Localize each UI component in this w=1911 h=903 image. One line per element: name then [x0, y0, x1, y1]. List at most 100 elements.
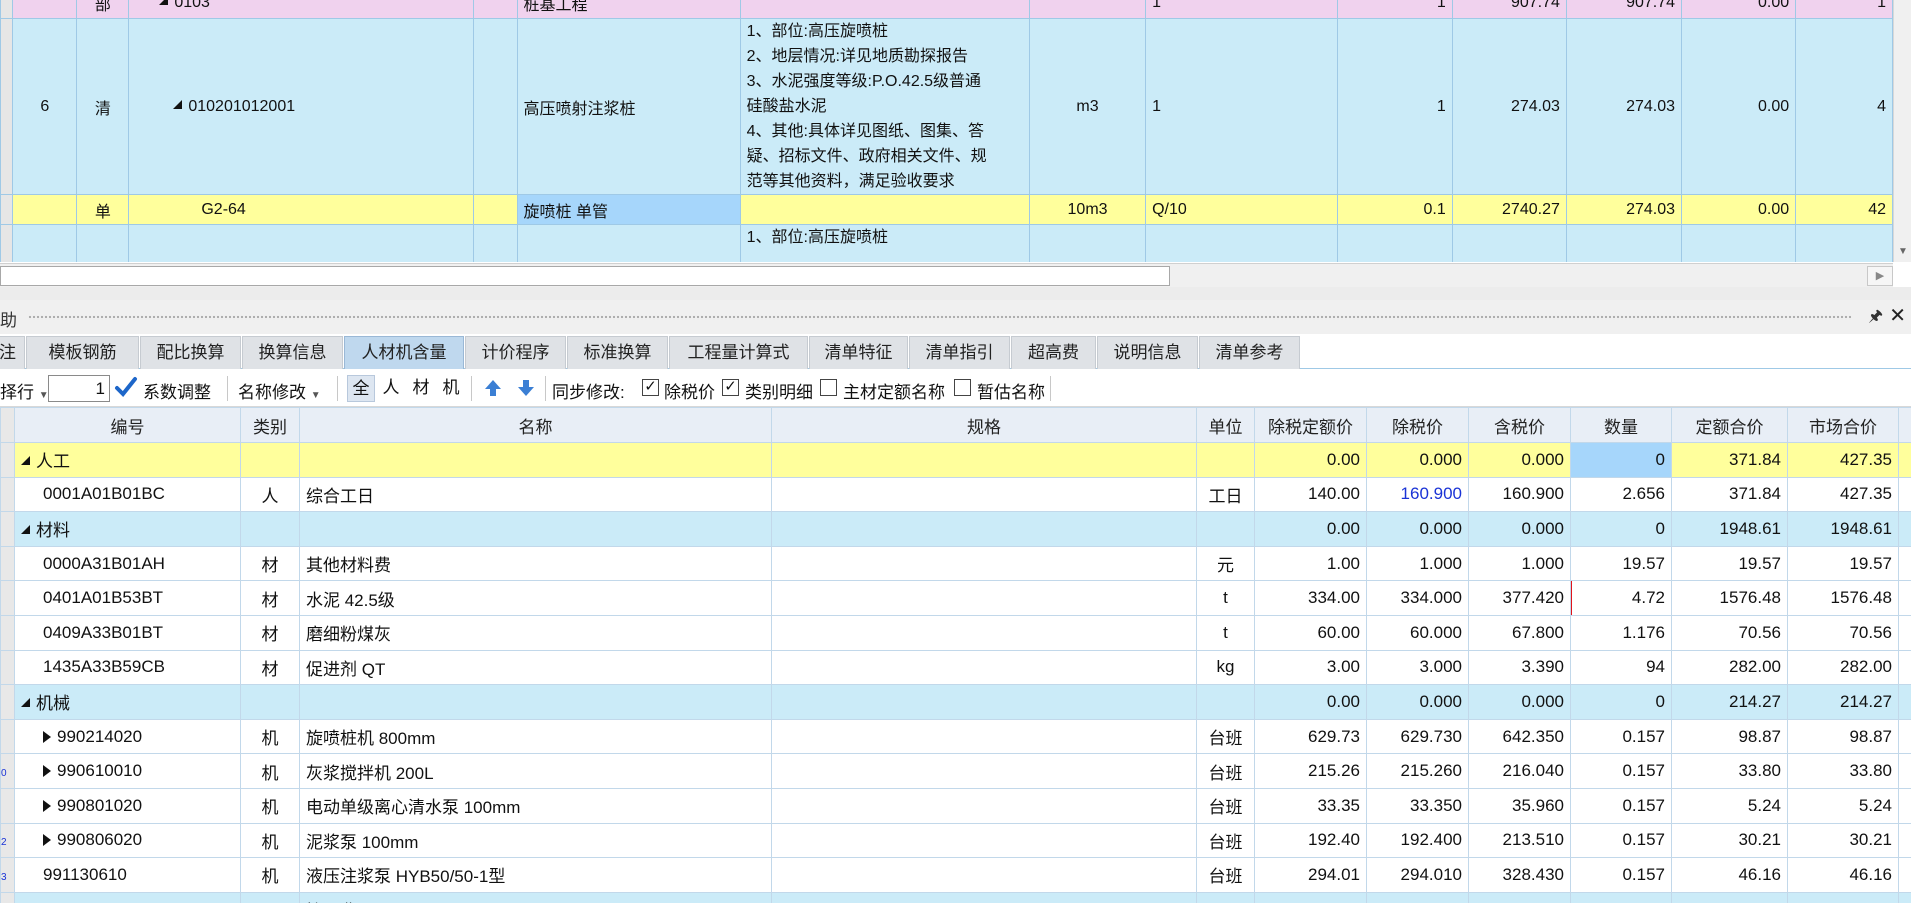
- code-cell[interactable]: 990806020: [14, 822, 241, 859]
- description-cell[interactable]: 1、部位:高压旋喷桩: [739, 224, 1030, 262]
- col-header-base-total[interactable]: 定额合价: [1671, 407, 1788, 443]
- unit-cell[interactable]: 元: [1196, 545, 1255, 582]
- quantity-cell[interactable]: 4.72: [1570, 580, 1672, 616]
- collapse-toggle-icon[interactable]: [159, 0, 169, 5]
- type-cell[interactable]: 材: [240, 614, 300, 651]
- expand-toggle-icon[interactable]: [43, 834, 51, 847]
- col-header-quantity[interactable]: 数量: [1570, 407, 1672, 443]
- market-total-cell[interactable]: 90.53: [1787, 891, 1899, 903]
- resource-row[interactable]: 3 991130610 机液压注浆泵 HYB50/50-1型 台班 294.01 294.…: [0, 857, 1911, 893]
- tax-price-cell[interactable]: 3.390: [1468, 649, 1571, 686]
- spec-cell[interactable]: [771, 822, 1197, 859]
- type-cell[interactable]: 机: [240, 718, 300, 755]
- quantity-cell[interactable]: 94: [1570, 649, 1672, 686]
- code-cell[interactable]: 人工: [14, 442, 241, 478]
- tab-bill-features[interactable]: 清单特征: [809, 336, 908, 369]
- price-cell[interactable]: 60.000: [1366, 614, 1469, 651]
- code-cell[interactable]: 990801020: [14, 787, 241, 824]
- unit-cell[interactable]: [1196, 442, 1255, 478]
- tab-notes[interactable]: 注: [0, 336, 25, 369]
- row-gutter[interactable]: [0, 891, 15, 903]
- tab-conversion-info[interactable]: 换算信息: [242, 336, 343, 369]
- base-price-cell[interactable]: 140.00: [1254, 476, 1367, 513]
- extra-cell[interactable]: 0.00: [1680, 194, 1797, 225]
- resource-row[interactable]: 2 990806020 机泥浆泵 100mm 台班 192.40 192.400 213.5…: [0, 822, 1911, 859]
- price-cell[interactable]: 629.730: [1366, 718, 1469, 755]
- col-header-base-price[interactable]: 除税定额价: [1254, 407, 1367, 443]
- panel-drag-grip[interactable]: [28, 315, 1851, 320]
- name-cell[interactable]: 灰浆搅拌机 200L: [299, 753, 772, 789]
- name-cell[interactable]: 管理费: [299, 891, 772, 903]
- code-cell[interactable]: [128, 224, 474, 262]
- market-total-cell[interactable]: 33.80: [1787, 753, 1899, 789]
- unit-cell[interactable]: [1028, 0, 1147, 19]
- spec-cell[interactable]: [771, 753, 1197, 789]
- unit-cell[interactable]: 台班: [1196, 787, 1255, 824]
- close-icon[interactable]: ✕: [1889, 303, 1906, 328]
- base-total-cell[interactable]: 30.21: [1671, 822, 1788, 859]
- select-row-dropdown[interactable]: 择行 ▼: [0, 378, 49, 403]
- unit-cell[interactable]: [1028, 224, 1147, 262]
- name-cell[interactable]: [516, 224, 741, 262]
- tax-price-cell[interactable]: 0.000: [1468, 684, 1571, 720]
- scroll-down-arrow-icon[interactable]: ▼: [1896, 244, 1910, 260]
- base-price-cell[interactable]: 192.40: [1254, 822, 1367, 859]
- spec-cell[interactable]: [771, 511, 1197, 547]
- extra-cell[interactable]: 4: [1795, 18, 1893, 195]
- tab-labor-material-machine[interactable]: 人材机含量: [344, 336, 464, 369]
- move-up-arrow-icon[interactable]: [482, 376, 504, 400]
- code-cell[interactable]: [14, 891, 241, 903]
- code-cell[interactable]: 991130610: [14, 857, 241, 893]
- tax-price-cell[interactable]: 377.420: [1468, 580, 1571, 616]
- price-cell[interactable]: 33.350: [1366, 787, 1469, 824]
- base-price-cell[interactable]: 215.26: [1254, 753, 1367, 789]
- panel-splitter[interactable]: [0, 287, 1911, 300]
- tab-mix-conversion[interactable]: 配比换算: [140, 336, 241, 369]
- base-price-cell[interactable]: 0.00: [1254, 684, 1367, 720]
- expression-cell[interactable]: 1: [1145, 0, 1338, 19]
- top-row[interactable]: 单 G2-64 旋喷桩 单管 10m3 Q/10 0.1 2740.27 274.03 0.00…: [0, 194, 1893, 225]
- quantity-cell[interactable]: 0.157: [1570, 857, 1672, 893]
- code-cell[interactable]: 0409A33B01BT: [14, 614, 241, 651]
- row-gutter[interactable]: [0, 649, 15, 686]
- row-gutter[interactable]: [0, 18, 14, 195]
- filter-machine-button[interactable]: 机: [437, 375, 465, 402]
- top-row[interactable]: 6 清 010201012001 高压喷射注浆桩 1、部位:高压旋喷桩 2、地层情况:详见…: [0, 18, 1893, 195]
- market-total-cell[interactable]: 46.16: [1787, 857, 1899, 893]
- row-gutter[interactable]: [0, 718, 15, 755]
- code-cell[interactable]: 010201012001: [128, 18, 474, 195]
- base-price-cell[interactable]: 629.73: [1254, 718, 1367, 755]
- checkbox-provisional-name[interactable]: [954, 379, 971, 396]
- spec-cell[interactable]: [771, 545, 1197, 582]
- name-cell[interactable]: 旋喷桩机 800mm: [299, 718, 772, 755]
- type-cell[interactable]: 单: [76, 194, 130, 225]
- quantity-cell[interactable]: 1: [1336, 0, 1453, 19]
- top-row[interactable]: 部 0103 桩基工程 1 1 907.74 907.74 0.00 1: [0, 0, 1893, 19]
- group-row[interactable]: 人工 0.00 0.000 0.000 0 371.84 427.35: [0, 442, 1911, 478]
- type-cell[interactable]: 清: [76, 18, 130, 195]
- code-cell[interactable]: 990214020: [14, 718, 241, 755]
- base-total-cell[interactable]: 19.57: [1671, 545, 1788, 582]
- top-horizontal-scrollbar[interactable]: ▶: [0, 263, 1893, 287]
- unit-price-cell[interactable]: [1451, 224, 1567, 262]
- row-gutter[interactable]: [0, 0, 14, 19]
- row-gutter[interactable]: [0, 476, 15, 513]
- extra-cell[interactable]: [1680, 224, 1797, 262]
- type-cell[interactable]: [240, 511, 300, 547]
- type-cell[interactable]: 材: [240, 580, 300, 616]
- type-cell[interactable]: 人: [240, 476, 300, 513]
- expand-toggle-icon[interactable]: [43, 799, 51, 812]
- col-header-unit[interactable]: 单位: [1196, 407, 1255, 443]
- spec-cell[interactable]: [771, 684, 1197, 720]
- col-header-code[interactable]: 编号: [14, 407, 241, 443]
- total-cell[interactable]: 274.03: [1565, 194, 1683, 225]
- expand-toggle-icon[interactable]: [43, 765, 51, 778]
- base-total-cell[interactable]: 98.87: [1671, 718, 1788, 755]
- resource-row[interactable]: 990214020 机旋喷桩机 800mm 台班 629.73 629.730 642.3…: [0, 718, 1911, 755]
- market-total-cell[interactable]: 98.87: [1787, 718, 1899, 755]
- unit-cell[interactable]: [1196, 684, 1255, 720]
- total-cell[interactable]: 907.74: [1565, 0, 1683, 19]
- unit-cell[interactable]: [1196, 891, 1255, 903]
- tab-standard-conversion[interactable]: 标准换算: [567, 336, 668, 369]
- spec-cell[interactable]: [771, 476, 1197, 513]
